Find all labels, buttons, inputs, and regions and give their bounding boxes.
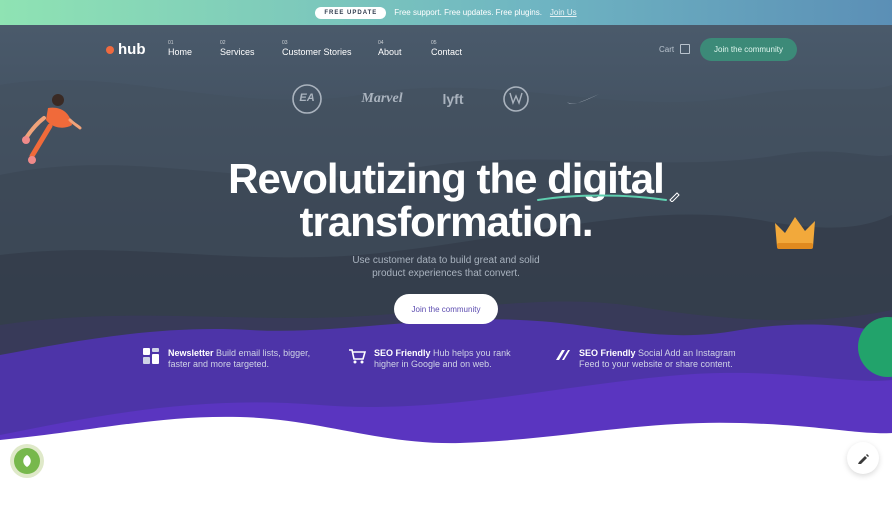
feature-desc-line2: Feed to your website or share content.: [579, 359, 733, 369]
nav-number: 02: [220, 40, 226, 46]
brand-name: EA: [299, 92, 315, 104]
nav-label: Services: [220, 47, 255, 57]
feature-seo-rank: SEO Friendly Hub helps you rank higher i…: [348, 348, 511, 370]
nav-label: Customer Stories: [282, 47, 352, 57]
leaf-widget-button[interactable]: [10, 444, 44, 478]
nike-swoosh-icon: [567, 94, 599, 104]
feature-desc-line1: Social Add an Instagram: [638, 348, 736, 358]
nav-item-services[interactable]: 02 Services: [220, 40, 255, 57]
feature-desc-line1: Build email lists, bigger,: [216, 348, 311, 358]
cart-label: Cart: [659, 44, 675, 54]
nav-label: About: [378, 47, 402, 57]
feature-title: SEO Friendly: [374, 348, 431, 358]
feature-text: SEO Friendly Social Add an Instagram Fee…: [579, 348, 736, 370]
feature-text: SEO Friendly Hub helps you rank higher i…: [374, 348, 511, 370]
join-community-hero-button[interactable]: Join the community: [394, 294, 498, 324]
edit-button[interactable]: [847, 442, 879, 474]
nav-label: Contact: [431, 47, 463, 57]
join-us-link[interactable]: Join Us: [550, 8, 577, 17]
pencil-icon: [858, 454, 869, 464]
brand-logo-marvel: Marvel: [361, 91, 403, 106]
join-community-header-button[interactable]: Join the community: [700, 38, 797, 61]
hero-headline-line2: transformation.: [299, 198, 593, 245]
promo-text: Free support. Free updates. Free plugins…: [394, 8, 542, 17]
feature-title: Newsletter: [168, 348, 214, 358]
headline-prefix: Revolutizing the: [228, 155, 548, 202]
feature-desc-line1: Hub helps you rank: [433, 348, 511, 358]
nav-item-about[interactable]: 04 About: [378, 40, 402, 57]
nav-number: 01: [168, 40, 174, 46]
site-logo[interactable]: hub: [106, 41, 146, 58]
feature-desc-line2: faster and more targeted.: [168, 359, 270, 369]
nav-number: 05: [431, 40, 437, 46]
nav-number: 03: [282, 40, 288, 46]
brand-logo-ea: EA: [292, 84, 322, 114]
feature-text: Newsletter Build email lists, bigger, fa…: [168, 348, 310, 370]
free-update-badge: FREE UPDATE: [315, 6, 387, 19]
brand-logo-volkswagen: [502, 84, 530, 114]
cart-link[interactable]: Cart: [659, 44, 691, 54]
shopping-cart-icon: [349, 349, 366, 364]
volkswagen-logo-icon: [503, 86, 529, 112]
newsletter-icon: [143, 348, 159, 364]
hero-headline-line1: Revolutizing the digital: [0, 155, 892, 203]
nav-item-home[interactable]: 01 Home: [168, 40, 192, 57]
logo-text: hub: [118, 41, 146, 58]
feature-title: SEO Friendly: [579, 348, 636, 358]
nav-item-customer-stories[interactable]: 03 Customer Stories: [282, 40, 352, 57]
logo-dot-icon: [106, 45, 114, 54]
nav-number: 04: [378, 40, 384, 46]
feature-seo-social: SEO Friendly Social Add an Instagram Fee…: [554, 348, 736, 370]
hero-subtitle-line1: Use customer data to build great and sol…: [352, 255, 540, 266]
feature-desc-line2: higher in Google and on web.: [374, 359, 492, 369]
promo-bar: FREE UPDATE Free support. Free updates. …: [0, 0, 892, 25]
nav-label: Home: [168, 47, 193, 57]
leaf-icon: [23, 455, 31, 467]
hero-subtitle-line2: product experiences that convert.: [372, 268, 520, 279]
nav-item-contact[interactable]: 05 Contact: [431, 40, 462, 57]
cart-icon: [680, 44, 691, 54]
feature-newsletter: Newsletter Build email lists, bigger, fa…: [143, 348, 310, 370]
leaf-widget-inner: [14, 448, 40, 474]
social-share-icon: [556, 350, 570, 360]
brand-logo-lyft: lyft: [442, 91, 464, 107]
brand-logo-nike: [565, 84, 601, 114]
